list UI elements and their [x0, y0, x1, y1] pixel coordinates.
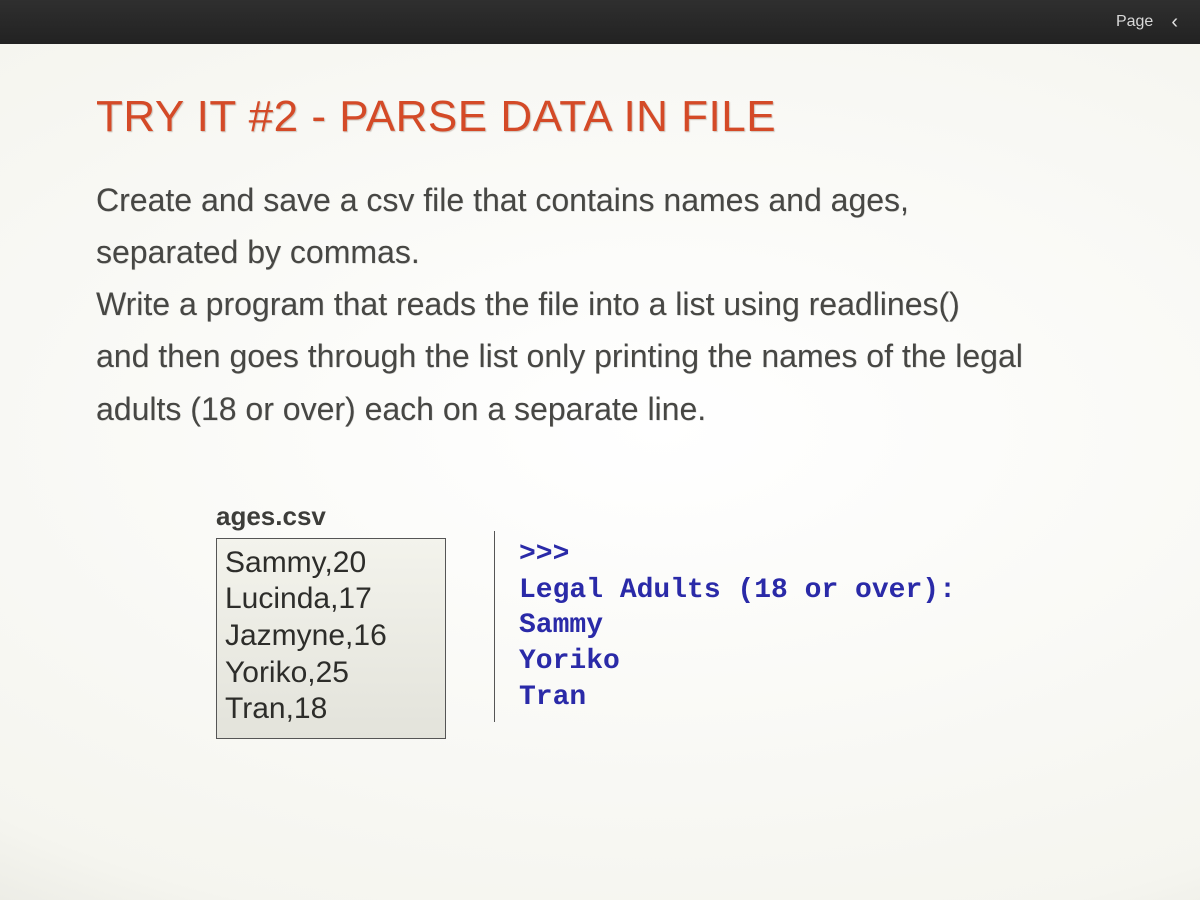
- slide-title: TRY IT #2 - PARSE DATA IN FILE: [96, 92, 1128, 142]
- csv-filename: ages.csv: [216, 501, 446, 532]
- csv-row: Yoriko,25: [225, 655, 425, 692]
- csv-row: Tran,18: [225, 691, 425, 728]
- prev-page-icon[interactable]: ‹: [1167, 8, 1182, 36]
- top-toolbar: Page ‹: [0, 0, 1200, 44]
- console-output: >>> Legal Adults (18 or over): Sammy Yor…: [494, 531, 956, 722]
- slide-body: Create and save a csv file that contains…: [96, 178, 1128, 431]
- body-line: Write a program that reads the file into…: [96, 282, 1128, 326]
- csv-row: Sammy,20: [225, 545, 425, 582]
- page-label: Page: [1116, 13, 1153, 31]
- repl-prompt: >>>: [519, 537, 956, 573]
- output-name: Yoriko: [519, 644, 956, 680]
- csv-row: Jazmyne,16: [225, 618, 425, 655]
- body-line: adults (18 or over) each on a separate l…: [96, 387, 1128, 431]
- output-header: Legal Adults (18 or over):: [519, 573, 956, 609]
- body-line: Create and save a csv file that contains…: [96, 178, 1128, 222]
- output-name: Sammy: [519, 608, 956, 644]
- examples-row: ages.csv Sammy,20 Lucinda,17 Jazmyne,16 …: [216, 501, 1128, 739]
- body-line: separated by commas.: [96, 230, 1128, 274]
- csv-row: Lucinda,17: [225, 581, 425, 618]
- output-name: Tran: [519, 680, 956, 716]
- body-line: and then goes through the list only prin…: [96, 334, 1128, 378]
- csv-box: Sammy,20 Lucinda,17 Jazmyne,16 Yoriko,25…: [216, 538, 446, 739]
- slide-content: TRY IT #2 - PARSE DATA IN FILE Create an…: [0, 44, 1200, 900]
- csv-example: ages.csv Sammy,20 Lucinda,17 Jazmyne,16 …: [216, 501, 446, 739]
